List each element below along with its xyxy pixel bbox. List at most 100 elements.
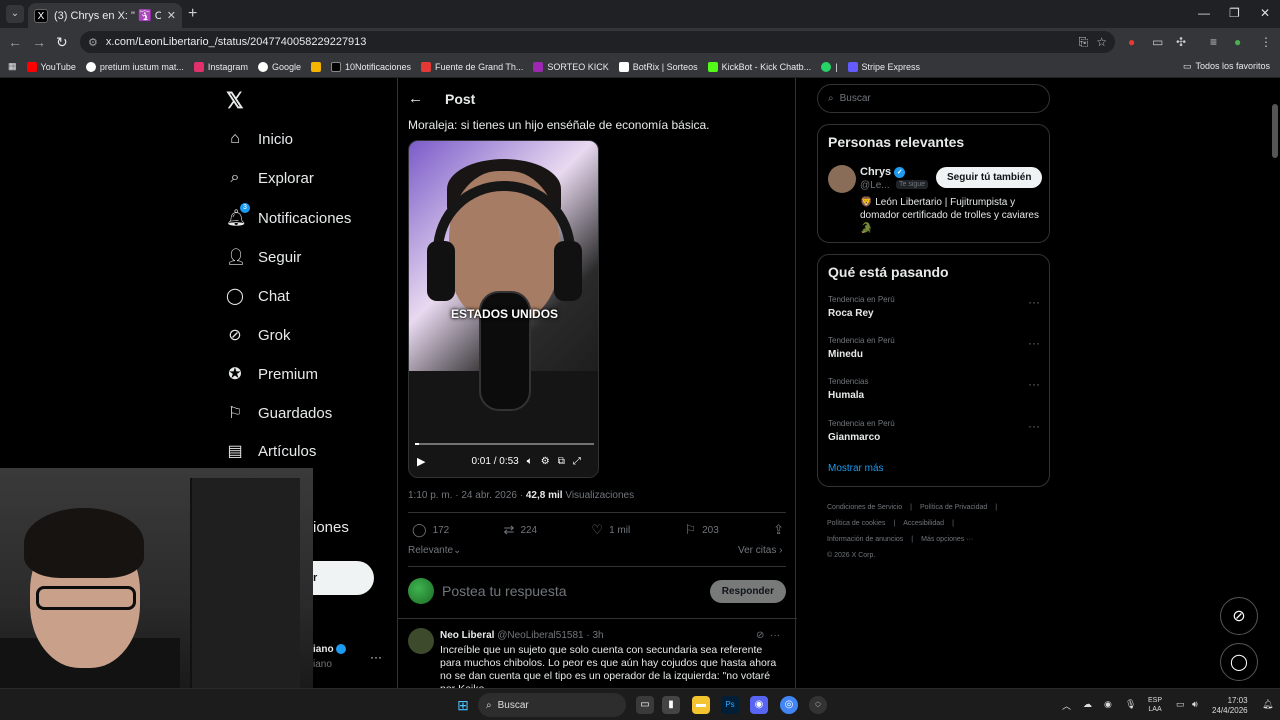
nav-explorar[interactable]: ⌕ Explorar bbox=[226, 169, 314, 187]
trend-item[interactable]: Tendencia en Perú Minedu ··· bbox=[828, 336, 1040, 360]
bookmark-1[interactable]: pretium iustum mat... bbox=[85, 61, 184, 72]
back-arrow-icon[interactable]: ← bbox=[408, 90, 423, 107]
share-action[interactable]: ⇪ bbox=[773, 522, 784, 538]
footer-link[interactable]: Accesibilidad bbox=[903, 520, 944, 527]
more-icon[interactable]: ··· bbox=[1028, 419, 1040, 433]
discord-icon[interactable]: ◉ bbox=[750, 696, 768, 714]
reply-button[interactable]: Responder bbox=[709, 579, 786, 603]
language-indicator[interactable]: ESP LAA bbox=[1148, 696, 1162, 714]
nav-seguir[interactable]: 👤︎ Seguir bbox=[226, 247, 301, 267]
extension-card-icon[interactable]: ▭ bbox=[1152, 35, 1163, 49]
post-button[interactable]: r bbox=[313, 561, 374, 595]
bookmark-6[interactable]: Fuente de Grand Th... bbox=[421, 61, 523, 72]
trend-item[interactable]: Tendencia en Perú Roca Rey ··· bbox=[828, 295, 1040, 319]
trend-item[interactable]: Tendencia en Perú Gianmarco ··· bbox=[828, 419, 1040, 443]
volume-icon[interactable]: 🔈︎ bbox=[527, 456, 533, 467]
show-more-link[interactable]: Mostrar más bbox=[828, 463, 884, 474]
reply-action[interactable]: ◯ 172 bbox=[412, 522, 449, 538]
scrollbar[interactable] bbox=[1270, 80, 1280, 688]
grok-fab-icon[interactable]: ⊘ bbox=[1220, 597, 1258, 635]
volume-icon[interactable]: 🔊︎ bbox=[1192, 699, 1198, 710]
bookmark-2[interactable]: Instagram bbox=[193, 61, 248, 72]
nav-guardados[interactable]: ⚐ Guardados bbox=[226, 403, 332, 423]
nav-grok[interactable]: ⊘ Grok bbox=[226, 325, 290, 345]
repost-action[interactable]: ⇄ 224 bbox=[504, 522, 538, 538]
nav-chat[interactable]: ◯ Chat bbox=[226, 286, 290, 306]
tray-chevron-icon[interactable]: ︿ bbox=[1062, 699, 1071, 712]
bookmark-action[interactable]: ⚐ 203 bbox=[684, 522, 718, 538]
footer-link[interactable]: Política de cookies bbox=[827, 520, 885, 527]
browser-menu-icon[interactable]: ⋮ bbox=[1260, 35, 1272, 49]
tray-app-icon[interactable]: ◉ bbox=[1104, 699, 1112, 710]
nav-articulos[interactable]: ▤ Artículos bbox=[226, 441, 316, 461]
taskbar-search[interactable]: ⌕ Buscar bbox=[478, 693, 626, 717]
bookmark-star-icon[interactable]: ☆ bbox=[1096, 35, 1107, 49]
microphone-icon[interactable]: 🎙︎ bbox=[1125, 699, 1136, 710]
photoshop-icon[interactable]: Ps bbox=[721, 696, 739, 714]
address-bar[interactable]: ⚙ x.com/LeonLibertario_/status/204774005… bbox=[80, 31, 1115, 53]
app-icon[interactable]: ▮ bbox=[662, 696, 680, 714]
browser-tab[interactable]: X (3) Chrys en X: " 🛐 CURWEN CO ✕ bbox=[28, 3, 182, 28]
fullscreen-icon[interactable]: ⤢ bbox=[573, 456, 581, 467]
forward-arrow-icon[interactable]: → bbox=[32, 34, 46, 50]
bookmark-8[interactable]: BotRix | Sorteos bbox=[618, 61, 698, 72]
bookmark-5[interactable]: 10Notificaciones bbox=[330, 61, 411, 72]
more-icon[interactable]: ··· bbox=[1028, 295, 1040, 309]
x-logo-icon[interactable]: 𝕏 bbox=[226, 88, 244, 114]
reply-input[interactable]: Postea tu respuesta bbox=[442, 583, 702, 599]
install-icon[interactable]: ⎘ bbox=[1079, 35, 1089, 50]
trend-item[interactable]: Tendencias Humala ··· bbox=[828, 377, 1040, 401]
nav-inicio[interactable]: ⌂ Inicio bbox=[226, 130, 293, 148]
tab-search-button[interactable]: ⌄ bbox=[6, 5, 24, 23]
scrollbar-thumb[interactable] bbox=[1272, 104, 1278, 158]
user-name[interactable]: Chrys ✓ bbox=[860, 166, 906, 178]
avatar[interactable] bbox=[828, 165, 856, 193]
reload-icon[interactable]: ↻ bbox=[56, 34, 68, 51]
account-name[interactable]: iano bbox=[313, 644, 347, 655]
app-icon[interactable]: ◌ bbox=[809, 696, 827, 714]
chat-fab-icon[interactable]: ◯ bbox=[1220, 643, 1258, 681]
notification-icon[interactable]: 🔔︎ bbox=[1262, 699, 1273, 710]
footer-link[interactable]: Más opciones ··· bbox=[921, 536, 973, 543]
like-action[interactable]: ♡ 1 mil bbox=[591, 522, 630, 538]
account-more-icon[interactable]: ··· bbox=[370, 650, 382, 664]
clock[interactable]: 17:03 24/4/2026 bbox=[1212, 696, 1248, 716]
close-tab-icon[interactable]: ✕ bbox=[167, 9, 176, 22]
task-view-icon[interactable]: ▭ bbox=[636, 696, 654, 714]
chrome-icon[interactable]: ◎ bbox=[780, 696, 798, 714]
back-arrow-icon[interactable]: ← bbox=[8, 34, 22, 50]
more-icon[interactable]: ··· bbox=[1028, 336, 1040, 350]
extension-red-icon[interactable]: ● bbox=[1128, 35, 1135, 49]
nav-partial-item[interactable]: iones bbox=[313, 519, 349, 536]
apps-grid-icon[interactable]: ▦ bbox=[8, 61, 17, 72]
profile-avatar-icon[interactable]: ● bbox=[1234, 35, 1241, 49]
maximize-icon[interactable]: ❐ bbox=[1229, 6, 1240, 20]
nav-notificaciones[interactable]: 🔔︎ 3 Notificaciones bbox=[226, 203, 351, 228]
footer-link[interactable]: Condiciones de Servicio bbox=[827, 504, 902, 511]
more-icon[interactable]: ··· bbox=[1028, 377, 1040, 391]
media-icon[interactable]: ≡ bbox=[1210, 35, 1217, 49]
avatar[interactable] bbox=[408, 628, 434, 654]
follow-button[interactable]: Seguir tú también bbox=[936, 167, 1043, 188]
extensions-puzzle-icon[interactable]: ✣ bbox=[1176, 35, 1186, 49]
bookmark-0[interactable]: YouTube bbox=[26, 61, 76, 72]
footer-link[interactable]: Información de anuncios bbox=[827, 536, 903, 543]
pip-icon[interactable]: ⧉ bbox=[558, 456, 565, 467]
bookmark-10[interactable]: | bbox=[821, 61, 838, 72]
more-icon[interactable]: ··· bbox=[770, 630, 780, 641]
bookmark-7[interactable]: SORTEO KICK bbox=[533, 61, 609, 72]
new-tab-button[interactable]: + bbox=[188, 5, 197, 23]
all-bookmarks[interactable]: ▭ Todos los favoritos bbox=[1183, 61, 1270, 72]
bookmark-9[interactable]: KickBot - Kick Chatb... bbox=[707, 61, 811, 72]
bookmark-4[interactable] bbox=[310, 61, 321, 72]
video-player[interactable]: ESTADOS UNIDOS ▶ 0:01 / 0:53 🔈︎ ⚙ ⧉ ⤢ bbox=[408, 140, 599, 478]
footer-link[interactable]: Política de Privacidad bbox=[920, 504, 987, 511]
minimize-icon[interactable]: — bbox=[1198, 6, 1210, 20]
file-explorer-icon[interactable]: ▬ bbox=[692, 696, 710, 714]
close-window-icon[interactable]: ✕ bbox=[1260, 6, 1270, 20]
bookmark-3[interactable]: Google bbox=[257, 61, 301, 72]
quotes-link[interactable]: Ver citas › bbox=[738, 545, 782, 556]
nav-premium[interactable]: ✪ Premium bbox=[226, 364, 318, 384]
play-icon[interactable]: ▶ bbox=[417, 455, 425, 468]
site-info-icon[interactable]: ⚙ bbox=[88, 36, 98, 49]
